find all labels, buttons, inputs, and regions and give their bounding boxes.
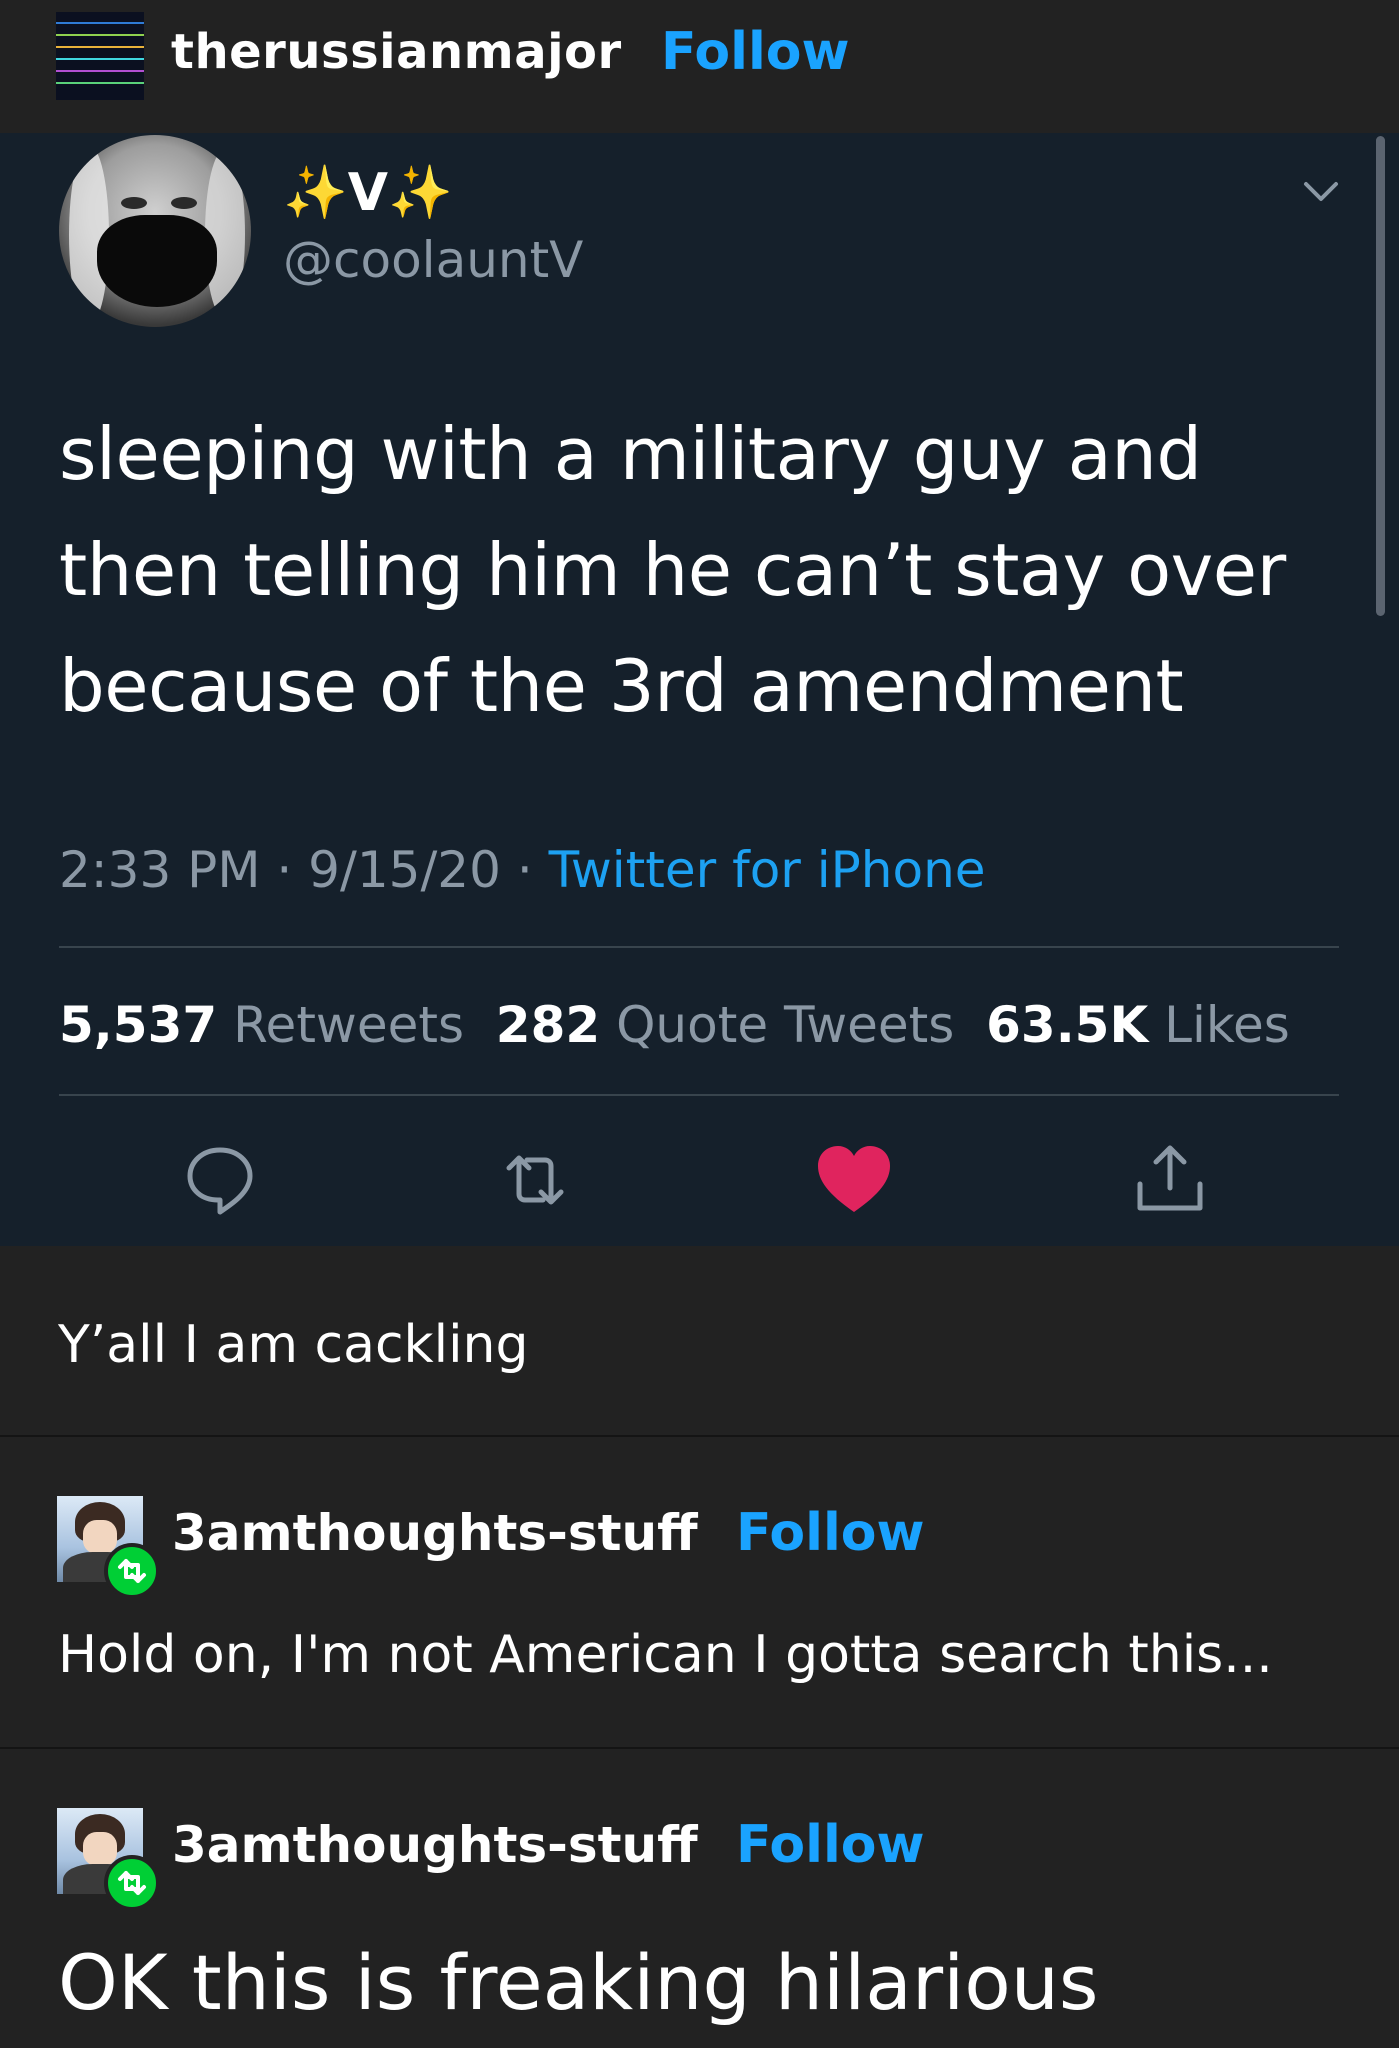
tweet-text: sleeping with a military guy and then te… (59, 412, 1286, 728)
post-header: therussianmajor Follow (0, 0, 1399, 133)
follow-button[interactable]: Follow (661, 20, 850, 84)
tweet-meta: 2:33 PM · 9/15/20 · Twitter for iPhone (59, 841, 986, 899)
tweet-author-avatar[interactable] (59, 135, 251, 327)
divider (0, 1435, 1399, 1437)
tweet-display-name-text: V (347, 163, 388, 223)
retweet-icon[interactable] (495, 1140, 575, 1220)
divider (59, 1094, 1339, 1096)
follow-button[interactable]: Follow (736, 1813, 925, 1877)
reblog-badge (104, 1543, 160, 1599)
quotes-label[interactable]: Quote Tweets (616, 996, 954, 1054)
heart-icon[interactable] (814, 1140, 894, 1220)
tweet-date: 9/15/20 (308, 841, 501, 899)
blog-avatar[interactable] (56, 12, 144, 100)
tweet-source-link[interactable]: Twitter for iPhone (549, 841, 986, 899)
tweet-handle: @coolauntV (283, 231, 584, 289)
blog-name[interactable]: therussianmajor (171, 20, 622, 84)
reblog-text: OK this is freaking hilarious (58, 1938, 1099, 2027)
sparkle-icon: ✨ (388, 163, 453, 223)
likes-count: 63.5K (986, 996, 1149, 1054)
reblog-username[interactable]: 3amthoughts-stuff (172, 1813, 698, 1877)
scrollbar[interactable] (1376, 136, 1385, 616)
retweets-count: 5,537 (59, 996, 218, 1054)
tweet-time: 2:33 PM (59, 841, 261, 899)
divider (0, 1747, 1399, 1749)
reply-icon[interactable] (180, 1140, 260, 1220)
retweets-label[interactable]: Retweets (233, 996, 464, 1054)
chevron-down-icon[interactable] (1300, 170, 1342, 212)
share-icon[interactable] (1130, 1140, 1210, 1220)
reblog-username[interactable]: 3amthoughts-stuff (172, 1501, 698, 1565)
quotes-count: 282 (495, 996, 601, 1054)
divider (59, 946, 1339, 948)
likes-label[interactable]: Likes (1164, 996, 1290, 1054)
reblog-badge (104, 1855, 160, 1911)
reblog-text: Hold on, I'm not American I gotta search… (58, 1625, 1273, 1685)
sparkle-icon: ✨ (283, 163, 348, 223)
follow-button[interactable]: Follow (736, 1501, 925, 1565)
tweet-stats: 5,537 Retweets 282 Quote Tweets 63.5K Li… (59, 990, 1290, 1060)
tweet-display-name: ✨V✨ (283, 158, 453, 228)
post-caption: Y’all I am cackling (58, 1315, 529, 1375)
